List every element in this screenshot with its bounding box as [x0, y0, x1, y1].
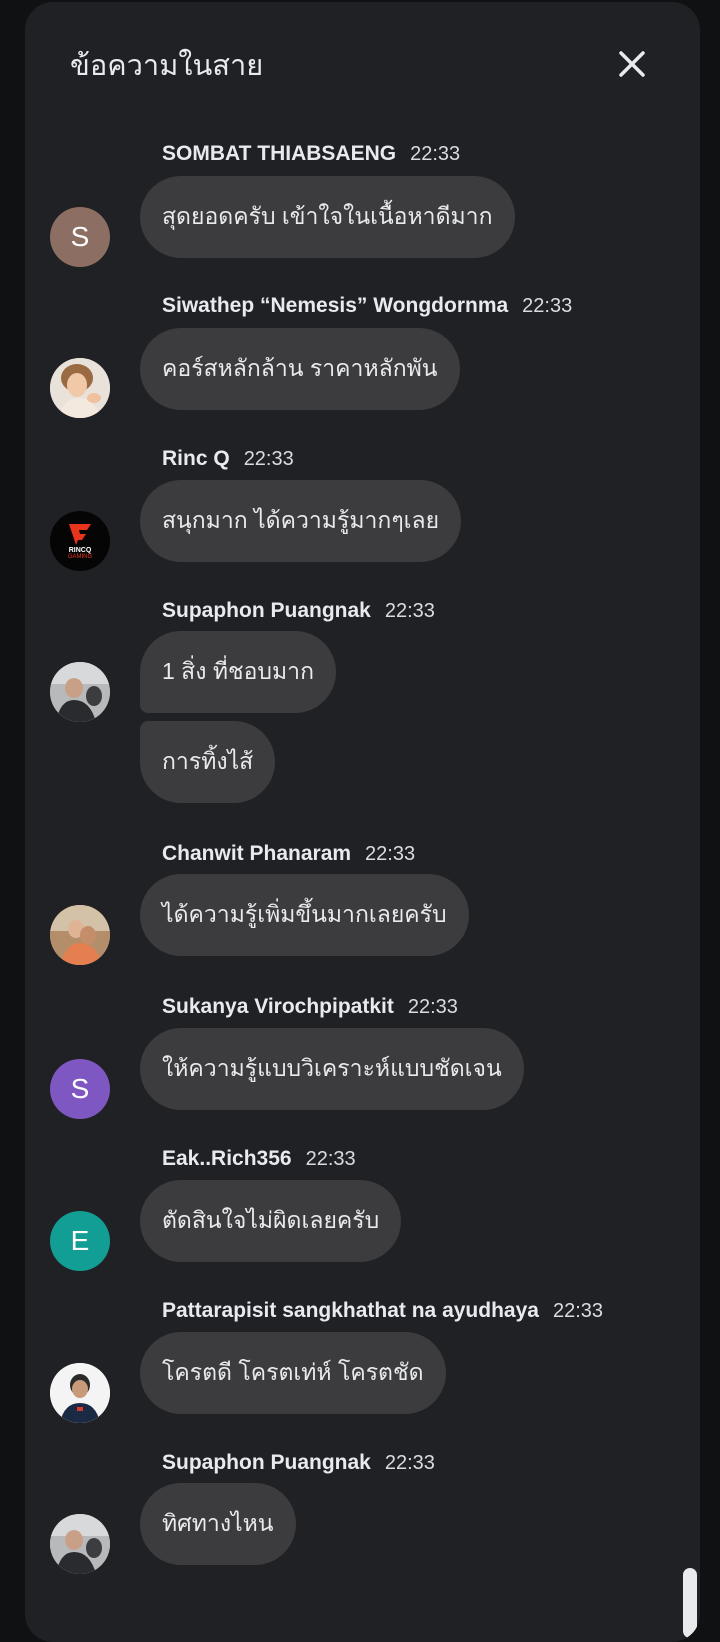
avatar-letter: S [70, 1073, 90, 1104]
sender-name: Pattarapisit sangkhathat na ayudhaya [162, 1299, 539, 1322]
message-time: 22:33 [407, 996, 458, 1018]
sender-name: Siwathep “Nemesis” Wongdornma [162, 294, 509, 317]
avatar-letter: E [70, 1225, 90, 1256]
message-bubble: ทิศทางไหน [140, 1483, 296, 1565]
scrollbar-thumb[interactable] [683, 1568, 697, 1638]
message-meta: Supaphon Puangnak 22:33 [162, 1451, 435, 1483]
sender-name: SOMBAT THIABSAENG [162, 142, 397, 165]
message-time: 22:33 [410, 143, 461, 165]
avatar [50, 1363, 110, 1423]
message-bubble: สุดยอดครับ เข้าใจในเนื้อหาดีมาก [140, 176, 515, 258]
message-time: 22:33 [522, 295, 573, 317]
sender-name: Chanwit Phanaram [162, 842, 352, 865]
avatar-photo-icon [50, 905, 110, 965]
message-time: 22:33 [305, 1148, 356, 1170]
message-bubble: 1 สิ่ง ที่ชอบมาก [140, 631, 337, 713]
message-meta: Eak..Rich356 22:33 [162, 1147, 356, 1179]
avatar-photo-icon [50, 662, 110, 722]
message-bubble: โครตดี โครตเท่ห์ โครตชัด [140, 1332, 446, 1414]
avatar-letter: S [70, 221, 90, 252]
message-meta: Rinc Q 22:33 [162, 447, 294, 479]
in-call-messages-panel: ข้อความในสาย SOMBAT THIABSAENG 22:33 S ส… [25, 2, 700, 1642]
sender-name: Supaphon Puangnak [162, 1451, 371, 1474]
sender-name: Eak..Rich356 [162, 1147, 292, 1170]
avatar [50, 905, 110, 965]
avatar [50, 662, 110, 722]
message-time: 22:33 [384, 1452, 435, 1474]
panel-header: ข้อความในสาย [25, 2, 700, 122]
avatar [50, 358, 110, 418]
message-bubble: สนุกมาก ได้ความรู้มากๆเลย [140, 480, 462, 562]
avatar-logo-subtext: GAMING [67, 554, 93, 560]
avatar-photo-icon [50, 1363, 110, 1423]
avatar-photo-icon [50, 1514, 110, 1574]
rincq-logo-icon [69, 524, 91, 545]
message-meta: Siwathep “Nemesis” Wongdornma 22:33 [162, 294, 572, 326]
avatar [50, 1514, 110, 1574]
message-time: 22:33 [243, 448, 294, 470]
message-meta: Sukanya Virochpipatkit 22:33 [162, 995, 458, 1027]
avatar: E [50, 1211, 110, 1271]
message-bubble: การทิ้งไส้ [140, 721, 276, 803]
message-meta: Supaphon Puangnak 22:33 [162, 599, 435, 631]
close-button[interactable] [612, 44, 652, 84]
sender-name: Sukanya Virochpipatkit [162, 995, 394, 1018]
message-bubble: ตัดสินใจไม่ผิดเลยครับ [140, 1180, 402, 1262]
avatar: RINCQ GAMING [50, 511, 110, 571]
message-bubble: คอร์สหลักล้าน ราคาหลักพัน [140, 328, 460, 410]
avatar-logo-text: RINCQ [68, 547, 92, 554]
message-meta: SOMBAT THIABSAENG 22:33 [162, 142, 460, 174]
message-meta: Chanwit Phanaram 22:33 [162, 842, 415, 874]
message-time: 22:33 [552, 1300, 604, 1322]
panel-title: ข้อความในสาย [70, 50, 264, 82]
close-icon [619, 51, 645, 77]
message-time: 22:33 [365, 843, 416, 865]
message-bubble: ให้ความรู้แบบวิเคราะห์แบบชัดเจน [140, 1028, 524, 1110]
message-meta: Pattarapisit sangkhathat na ayudhaya 22:… [162, 1299, 603, 1331]
message-bubble: ได้ความรู้เพิ่มขึ้นมากเลยครับ [140, 874, 469, 956]
sender-name: Supaphon Puangnak [162, 599, 371, 622]
avatar: S [50, 1059, 110, 1119]
avatar: S [50, 207, 110, 267]
message-time: 22:33 [384, 600, 435, 622]
sender-name: Rinc Q [162, 447, 230, 470]
avatar-photo-icon [50, 358, 110, 418]
